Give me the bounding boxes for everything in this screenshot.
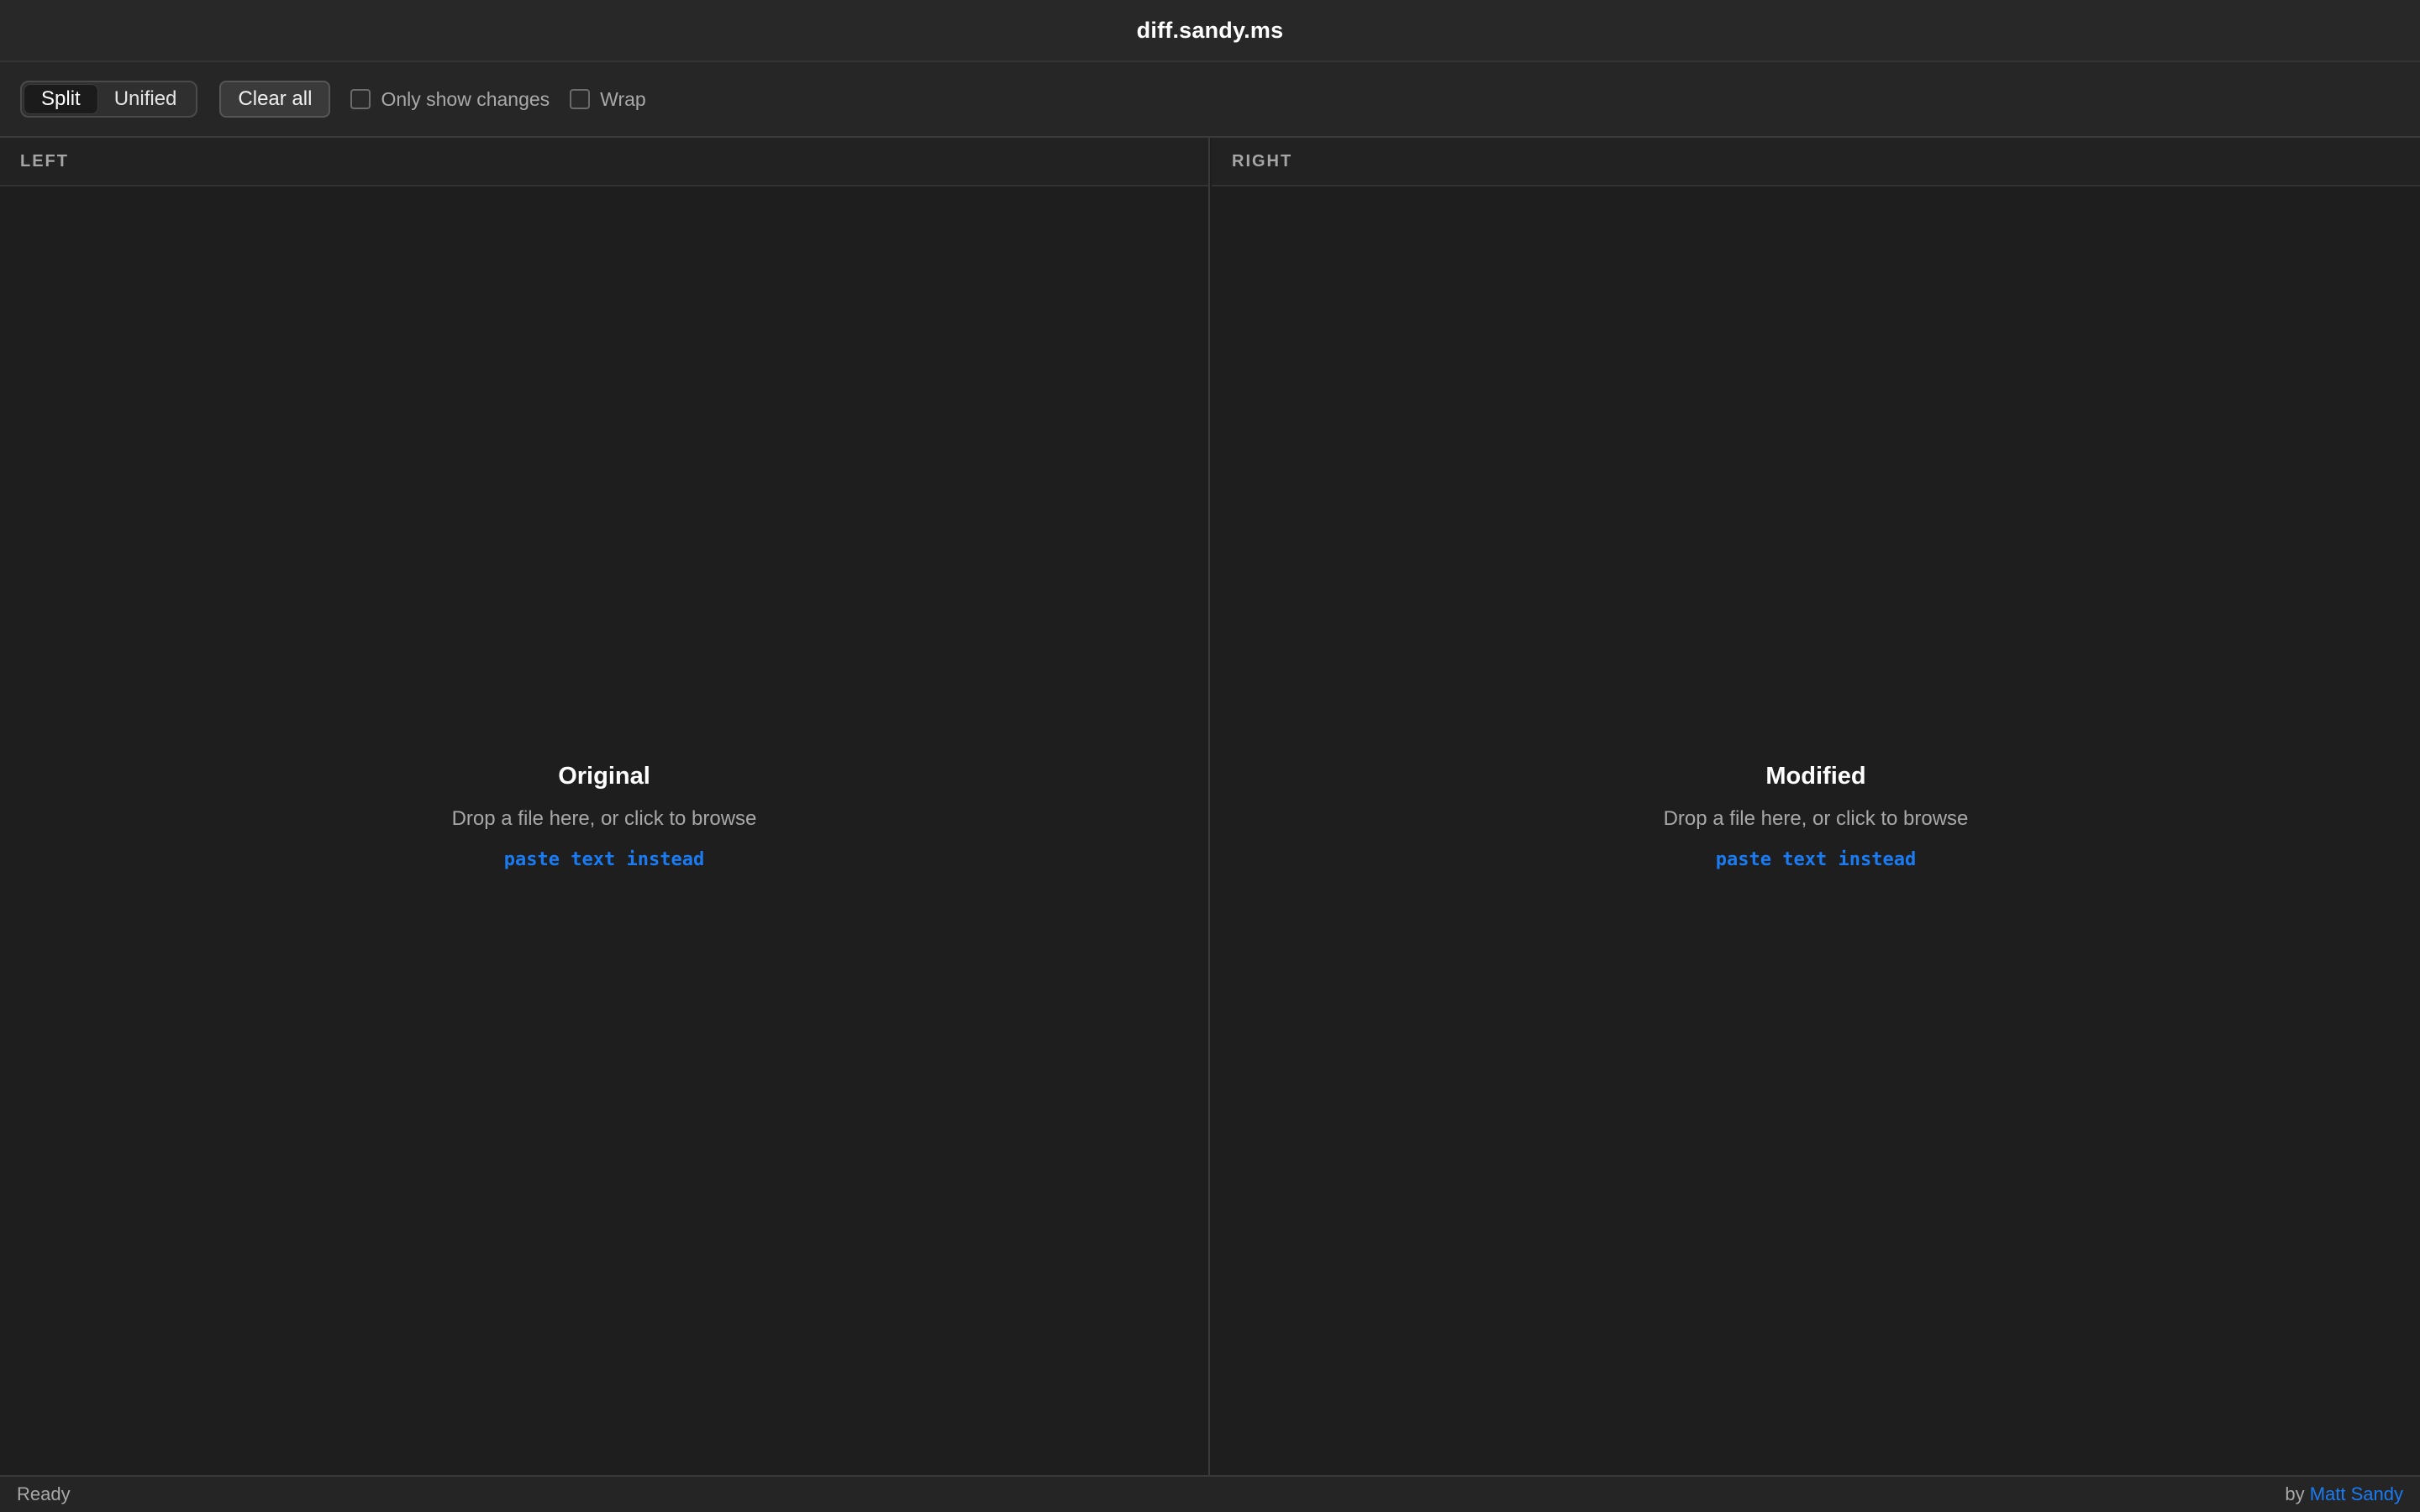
split-view-button[interactable]: Split [24,85,97,113]
left-paste-text-link[interactable]: paste text instead [504,849,704,870]
only-show-changes-label: Only show changes [381,87,550,110]
checkbox-icon[interactable] [570,89,591,109]
right-paste-text-link[interactable]: paste text instead [1716,849,1916,870]
left-pane-header: LEFT [0,138,1208,186]
author-credit: by Matt Sandy [2285,1483,2403,1505]
checkbox-icon[interactable] [350,89,371,109]
right-pane-title: RIGHT [1232,151,1293,171]
unified-view-button[interactable]: Unified [97,85,194,113]
right-pane: RIGHT Modified Drop a file here, or clic… [1212,138,2420,1475]
right-drop-zone[interactable]: Modified Drop a file here, or click to b… [1212,186,2420,1475]
left-pane: LEFT Original Drop a file here, or click… [0,138,1210,1475]
title-bar: diff.sandy.ms [0,0,2420,62]
author-link[interactable]: Matt Sandy [2310,1483,2403,1504]
original-heading: Original [558,763,650,790]
clear-all-button[interactable]: Clear all [219,81,331,118]
credit-prefix: by [2285,1483,2305,1504]
left-drop-hint: Drop a file here, or click to browse [451,807,757,830]
left-pane-title: LEFT [20,151,69,171]
modified-heading: Modified [1765,763,1866,790]
app-title: diff.sandy.ms [1136,17,1284,43]
wrap-label: Wrap [600,87,646,110]
status-bar: Ready by Matt Sandy [0,1475,2420,1512]
right-pane-header: RIGHT [1212,138,2420,186]
wrap-checkbox[interactable]: Wrap [570,88,646,111]
only-show-changes-checkbox[interactable]: Only show changes [350,88,550,111]
toolbar: Split Unified Clear all Only show change… [0,62,2420,138]
view-mode-toggle: Split Unified [20,81,198,118]
left-drop-zone[interactable]: Original Drop a file here, or click to b… [0,186,1208,1475]
right-drop-hint: Drop a file here, or click to browse [1663,807,1969,830]
status-text: Ready [17,1483,71,1504]
